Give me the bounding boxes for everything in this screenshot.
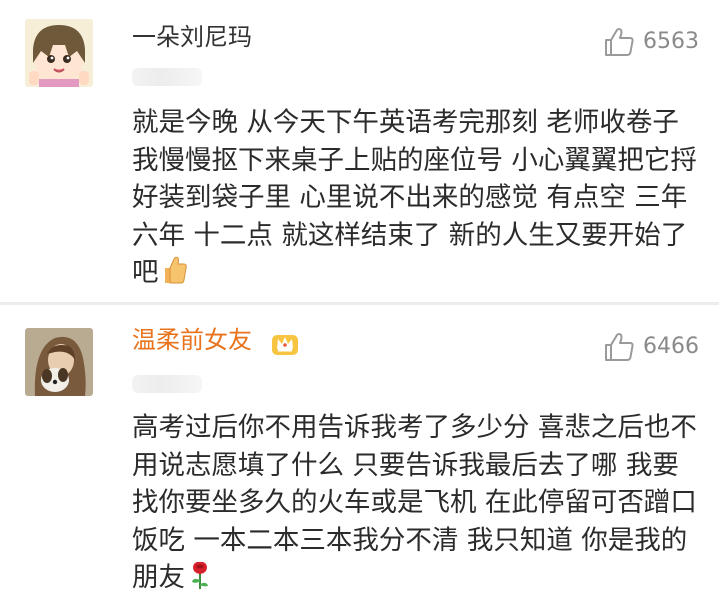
- comment-item: 温柔前女友 6466 高考过后你不用告诉我考了多少分 喜悲之后也不用说志愿填了什…: [0, 305, 719, 616]
- like-count: 6563: [643, 29, 699, 54]
- comment-item: 一朵刘尼玛 6563 就是今晚 从今天下午英语考完那刻 老师收卷子 我慢慢抠下来…: [0, 0, 719, 303]
- thumbs-up-icon: [605, 333, 634, 361]
- comment-meta-blurred: [132, 68, 202, 86]
- thumbs-up-icon: [605, 28, 634, 56]
- thumbs-up-emoji-icon: [164, 256, 187, 284]
- comment-feed: 一朵刘尼玛 6563 就是今晚 从今天下午英语考完那刻 老师收卷子 我慢慢抠下来…: [0, 0, 719, 616]
- comment-text-content: 就是今晚 从今天下午英语考完那刻 老师收卷子 我慢慢抠下来桌子上贴的座位号 小心…: [132, 107, 697, 288]
- comment-text: 就是今晚 从今天下午英语考完那刻 老师收卷子 我慢慢抠下来桌子上贴的座位号 小心…: [132, 104, 702, 292]
- avatar[interactable]: [25, 328, 93, 396]
- comment-text-content: 高考过后你不用告诉我考了多少分 喜悲之后也不用说志愿填了什么 只要告诉我最后去了…: [132, 412, 697, 593]
- like-count: 6466: [643, 334, 699, 359]
- comment-meta-blurred: [132, 375, 202, 393]
- username[interactable]: 温柔前女友: [132, 325, 252, 355]
- avatar[interactable]: [25, 19, 93, 87]
- like-button[interactable]: 6466: [603, 331, 699, 363]
- username[interactable]: 一朵刘尼玛: [132, 22, 252, 52]
- vip-crown-icon: [272, 335, 298, 355]
- comment-text: 高考过后你不用告诉我考了多少分 喜悲之后也不用说志愿填了什么 只要告诉我最后去了…: [132, 409, 702, 597]
- rose-emoji-icon: [192, 561, 208, 589]
- like-button[interactable]: 6563: [603, 26, 699, 58]
